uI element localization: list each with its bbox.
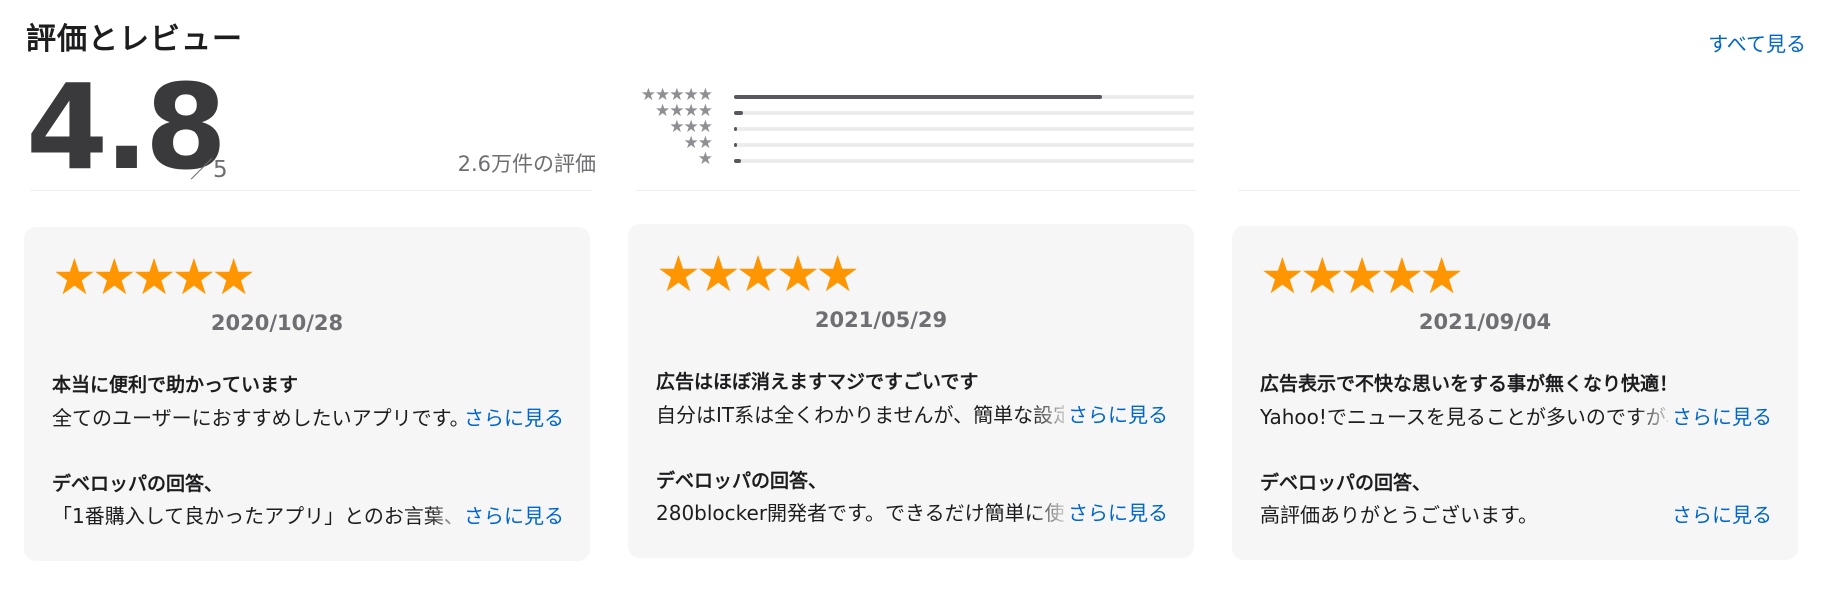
developer-response-row: 280blocker開発者です。できるだけ簡単に使え さらに見る (656, 497, 1168, 525)
see-all-link[interactable]: すべて見る (1708, 28, 1806, 57)
histogram-track (734, 95, 1194, 99)
histogram-row-2: ★★ (628, 133, 1198, 153)
developer-response-row: 高評価ありがとうございます。 さらに見る (1260, 499, 1772, 527)
developer-response-title: デベロッパの回答、 (656, 470, 828, 492)
histogram-bar (734, 127, 737, 131)
review-body-row: 全てのユーザーにおすすめしたいアプリです。 さらに見る (52, 402, 564, 430)
developer-response-row: 「1番購入して良かったアプリ」とのお言葉、アプリ さらに見る (52, 500, 564, 528)
developer-response-title: デベロッパの回答、 (1260, 472, 1432, 494)
review-card[interactable]: ★★★★★ 2020/10/28 本当に便利で助かっています 全てのユーザーにお… (24, 227, 590, 561)
review-title: 本当に便利で助かっています (52, 374, 299, 396)
star-rating-icon: ★★★★★ (656, 245, 860, 303)
review-date: 2021/09/04 (1418, 310, 1552, 334)
histogram-bar (734, 111, 744, 115)
review-date: 2020/10/28 (210, 311, 344, 335)
read-more-link[interactable]: さらに見る (1668, 401, 1772, 429)
rating-scale: ／5 (190, 157, 228, 183)
divider (1238, 190, 1800, 191)
read-more-link[interactable]: さらに見る (1064, 497, 1168, 525)
rating-count: 2.6万件の評価 (457, 152, 596, 176)
divider (30, 190, 592, 191)
ratings-header: 評価とレビュー すべて見る (26, 14, 1806, 58)
read-more-link[interactable]: さらに見る (460, 500, 564, 528)
review-card[interactable]: ★★★★★ 2021/09/04 広告表示で不快な思いをする事が無くなり快適！ … (1232, 226, 1798, 560)
review-body: 自分はIT系は全くわかりませんが、簡単な設定で (656, 403, 1094, 427)
review-title: 広告はほぼ消えますマジですごいです (656, 371, 979, 393)
histogram-track (734, 159, 1194, 163)
histogram-bar (734, 95, 1102, 99)
rating-histogram: ★★★★★ ★★★★ ★★★ ★★ ★ (628, 85, 1198, 170)
review-body-row: 自分はIT系は全くわかりませんが、簡単な設定で さらに見る (656, 399, 1168, 427)
review-date: 2021/05/29 (814, 308, 948, 332)
histogram-row-4: ★★★★ (628, 101, 1198, 121)
developer-response-body: 高評価ありがとうございます。 (1260, 503, 1538, 527)
histogram-track (734, 111, 1194, 115)
histogram-track (734, 143, 1194, 147)
developer-response-title: デベロッパの回答、 (52, 473, 224, 495)
star-rating-icon: ★★★★★ (52, 248, 256, 306)
star-rating-icon: ★★★★★ (1260, 247, 1464, 305)
developer-response-body: 280blocker開発者です。できるだけ簡単に使え (656, 501, 1085, 525)
read-more-link[interactable]: さらに見る (1668, 499, 1772, 527)
review-card[interactable]: ★★★★★ 2021/05/29 広告はほぼ消えますマジですごいです 自分はIT… (628, 224, 1194, 558)
section-title: 評価とレビュー (26, 22, 243, 57)
review-body-row: Yahoo!でニュースを見ることが多いのですが、広告 さらに見る (1260, 401, 1772, 429)
read-more-link[interactable]: さらに見る (460, 402, 564, 430)
histogram-bar (734, 159, 742, 163)
histogram-bar (734, 143, 737, 147)
histogram-row-3: ★★★ (628, 117, 1198, 137)
histogram-row-5: ★★★★★ (628, 85, 1198, 105)
review-body: 全てのユーザーにおすすめしたいアプリです。 (52, 406, 470, 430)
histogram-row-1: ★ (628, 149, 1198, 169)
divider (636, 190, 1196, 191)
star-icon: ★ (697, 149, 713, 169)
read-more-link[interactable]: さらに見る (1064, 399, 1168, 427)
review-title: 広告表示で不快な思いをする事が無くなり快適！ (1260, 373, 1679, 395)
histogram-track (734, 127, 1194, 131)
rating-summary: 4.8 ／5 2.6万件の評価 (26, 68, 596, 186)
